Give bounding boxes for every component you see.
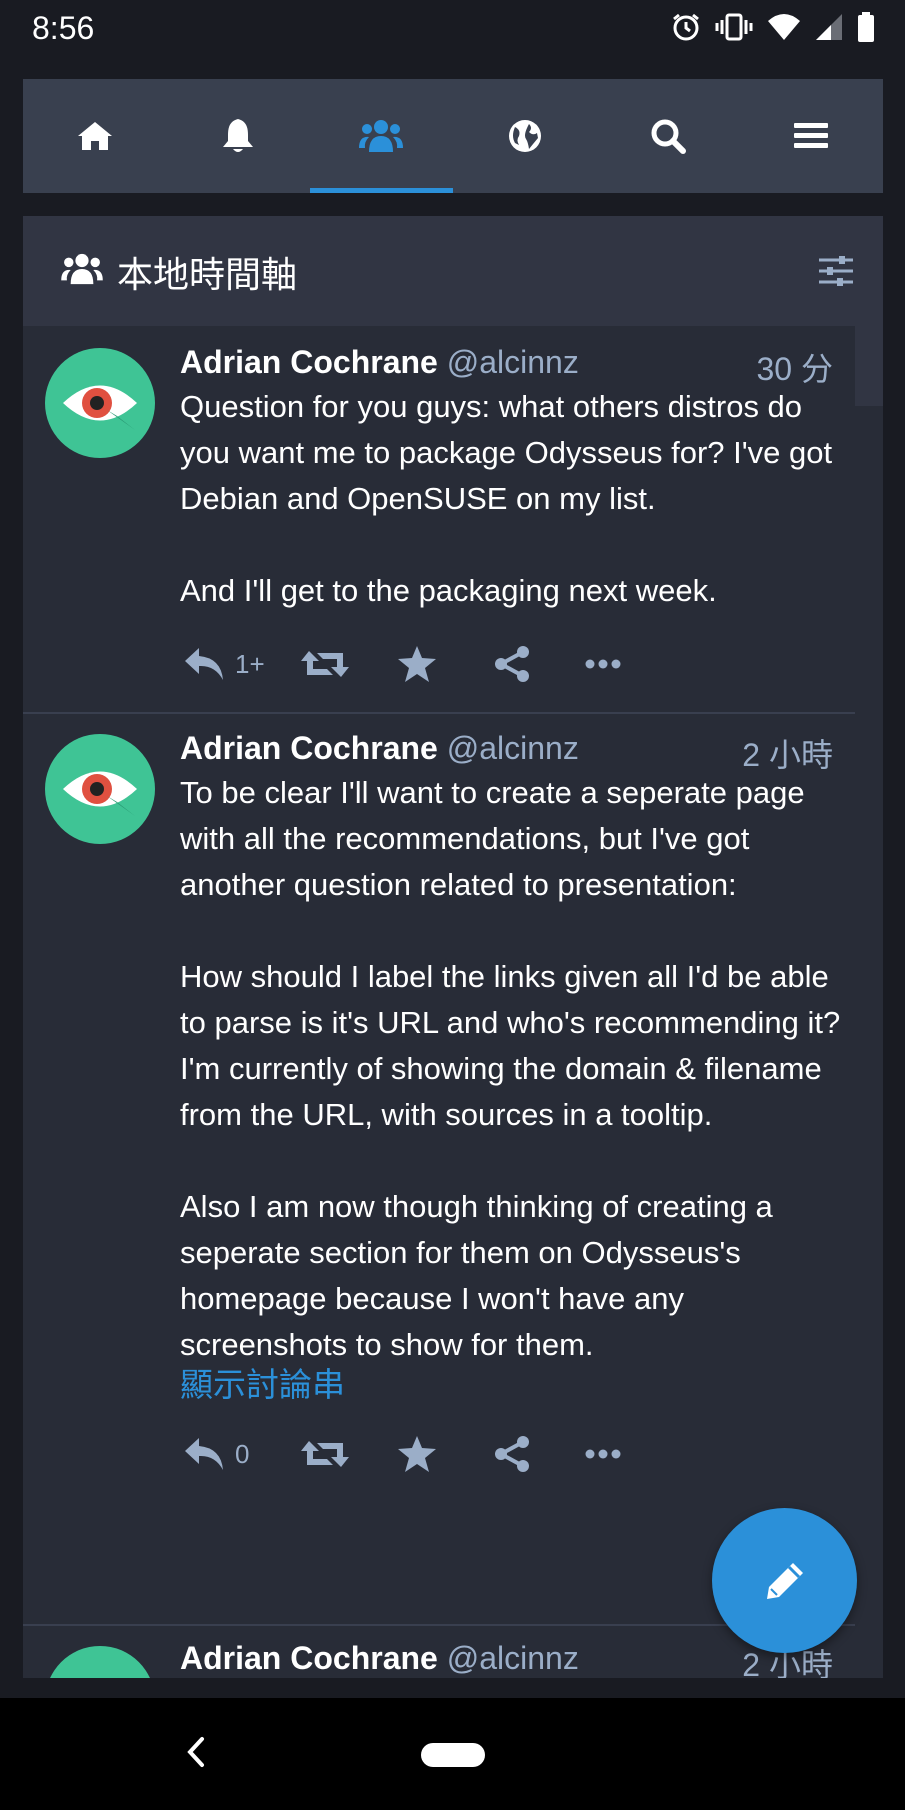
status-header[interactable]: Adrian Cochrane @alcinnz bbox=[180, 344, 579, 381]
share-button[interactable] bbox=[493, 645, 585, 683]
favourite-button[interactable] bbox=[397, 1435, 493, 1473]
retweet-icon bbox=[301, 651, 349, 677]
display-name[interactable]: Adrian Cochrane bbox=[180, 1640, 438, 1676]
status-paragraph: Also I am now though thinking of creatin… bbox=[180, 1189, 773, 1362]
favourite-button[interactable] bbox=[397, 645, 493, 683]
reply-count: 0 bbox=[235, 1438, 250, 1469]
search-icon bbox=[651, 119, 686, 154]
wifi-icon bbox=[768, 14, 800, 40]
display-name[interactable]: Adrian Cochrane bbox=[180, 344, 438, 380]
star-icon bbox=[398, 646, 436, 682]
account-handle[interactable]: @alcinnz bbox=[447, 344, 579, 380]
scrollbar-thumb[interactable] bbox=[855, 326, 883, 406]
avatar[interactable] bbox=[45, 348, 155, 458]
status-bar: 8:56 bbox=[0, 0, 905, 58]
share-icon bbox=[495, 1436, 529, 1472]
display-name[interactable]: Adrian Cochrane bbox=[180, 730, 438, 766]
more-button[interactable] bbox=[585, 658, 621, 670]
tab-federated[interactable] bbox=[453, 79, 596, 193]
alarm-icon bbox=[673, 13, 699, 41]
avatar[interactable] bbox=[45, 734, 155, 844]
account-handle[interactable]: @alcinnz bbox=[447, 1640, 579, 1676]
status-actions: 1+ bbox=[183, 639, 621, 689]
timeline-column[interactable]: 本地時間軸 Adrian Cochrane @alcinnz 30 分 Ques… bbox=[23, 216, 883, 1678]
home-icon bbox=[77, 122, 112, 150]
reply-icon bbox=[185, 648, 223, 680]
column-header: 本地時間軸 bbox=[23, 216, 883, 326]
users-icon bbox=[359, 120, 404, 152]
top-nav bbox=[23, 79, 883, 193]
menu-icon bbox=[794, 123, 829, 148]
more-button[interactable] bbox=[585, 1448, 621, 1460]
sliders-icon[interactable] bbox=[819, 254, 853, 288]
reply-button[interactable]: 1+ bbox=[183, 646, 301, 682]
status-icons bbox=[671, 12, 875, 42]
status-content: To be clear I'll want to create a sepera… bbox=[180, 770, 850, 1368]
status-actions: 0 bbox=[183, 1429, 621, 1479]
boost-button[interactable] bbox=[301, 647, 397, 681]
reply-icon bbox=[185, 1438, 223, 1470]
ellipsis-icon bbox=[585, 1449, 621, 1459]
status-item[interactable]: Adrian Cochrane @alcinnz 30 分 Question f… bbox=[23, 326, 855, 714]
signal-icon bbox=[816, 14, 842, 40]
compose-button[interactable] bbox=[712, 1508, 857, 1653]
system-nav-bar bbox=[0, 1698, 905, 1810]
status-paragraph: How should I label the links given all I… bbox=[180, 959, 841, 1132]
eye-logo-icon bbox=[63, 385, 137, 430]
status-item[interactable]: Adrian Cochrane @alcinnz 2 小時 bbox=[23, 1624, 855, 1678]
tab-local-timeline[interactable] bbox=[309, 79, 454, 193]
eye-logo-icon bbox=[45, 1646, 155, 1678]
battery-icon bbox=[858, 12, 874, 42]
clock: 8:56 bbox=[32, 10, 95, 46]
avatar[interactable] bbox=[45, 1646, 155, 1678]
status-paragraph: And I'll get to the packaging next week. bbox=[180, 573, 717, 608]
column-title: 本地時間軸 bbox=[117, 254, 298, 295]
tab-home[interactable] bbox=[23, 79, 166, 193]
home-pill[interactable] bbox=[421, 1743, 485, 1767]
status-header[interactable]: Adrian Cochrane @alcinnz bbox=[180, 1640, 579, 1677]
tab-search[interactable] bbox=[596, 79, 739, 193]
globe-icon bbox=[508, 120, 541, 152]
reply-button[interactable]: 0 bbox=[183, 1436, 301, 1472]
status-content: Question for you guys: what others distr… bbox=[180, 384, 850, 614]
eye-logo-icon bbox=[63, 771, 137, 816]
ellipsis-icon bbox=[585, 659, 621, 669]
status-item[interactable]: Adrian Cochrane @alcinnz 2 小時 To be clea… bbox=[23, 712, 855, 1626]
pencil-icon bbox=[766, 1562, 803, 1599]
tab-menu[interactable] bbox=[740, 79, 883, 193]
status-paragraph: Question for you guys: what others distr… bbox=[180, 389, 833, 516]
show-thread-link[interactable]: 顯示討論串 bbox=[180, 1358, 345, 1406]
account-handle[interactable]: @alcinnz bbox=[447, 730, 579, 766]
status-paragraph: To be clear I'll want to create a sepera… bbox=[180, 775, 805, 902]
bell-icon bbox=[222, 119, 253, 152]
retweet-icon bbox=[301, 1441, 349, 1467]
star-icon bbox=[398, 1436, 436, 1472]
reply-count: 1+ bbox=[235, 648, 265, 679]
back-icon[interactable] bbox=[186, 1736, 206, 1768]
users-icon bbox=[61, 253, 103, 285]
status-header[interactable]: Adrian Cochrane @alcinnz bbox=[180, 730, 579, 767]
share-button[interactable] bbox=[493, 1435, 585, 1473]
scrollbar[interactable] bbox=[855, 326, 883, 1678]
tab-notifications[interactable] bbox=[166, 79, 309, 193]
vibrate-icon bbox=[715, 13, 753, 41]
boost-button[interactable] bbox=[301, 1437, 397, 1471]
share-icon bbox=[495, 646, 529, 682]
